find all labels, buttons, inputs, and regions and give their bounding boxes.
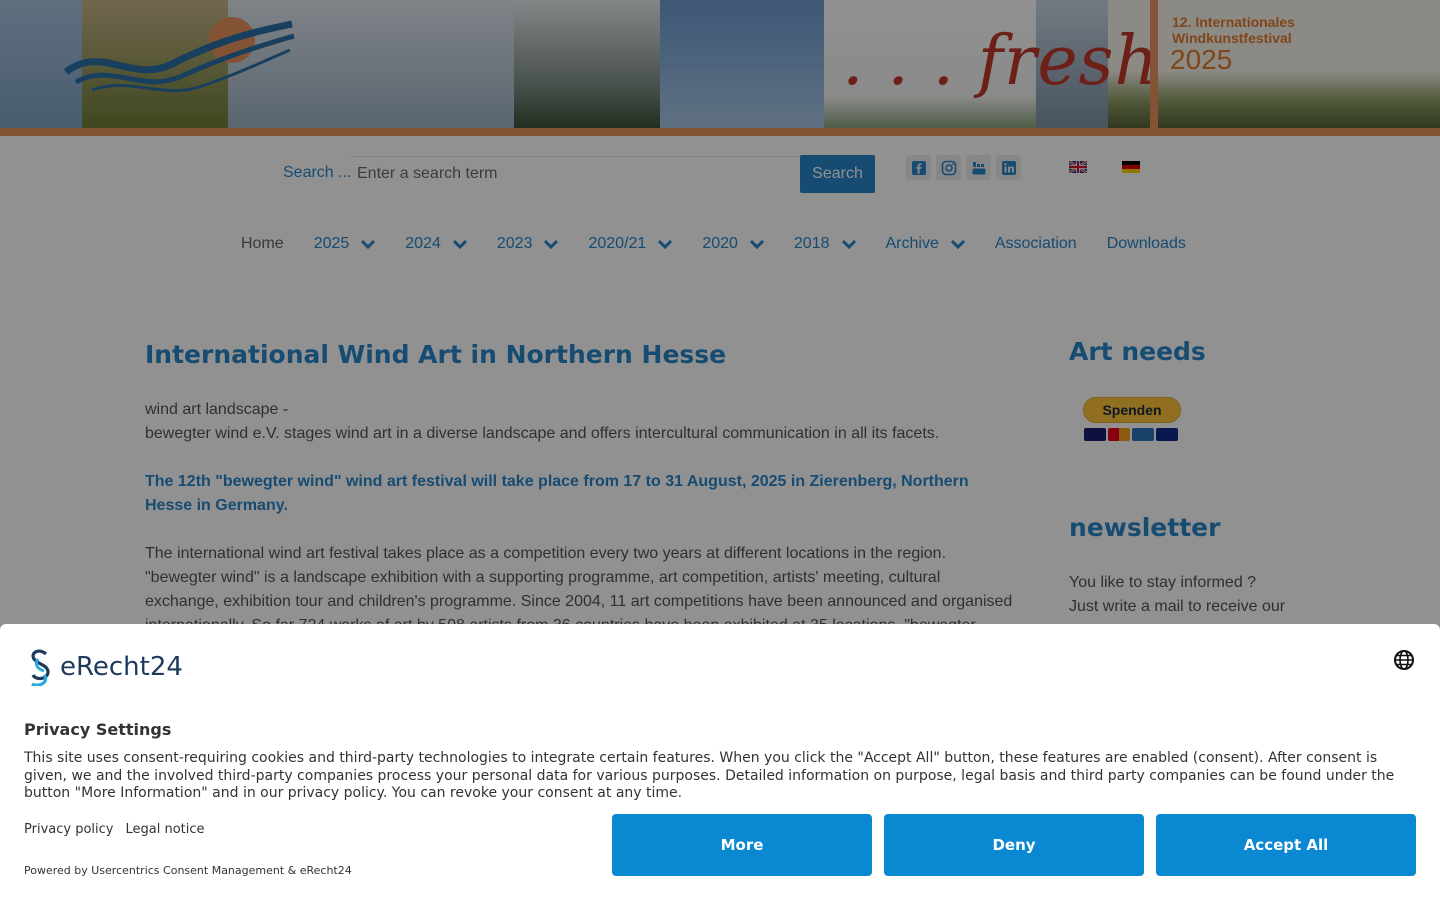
dialog-title: Privacy Settings: [24, 720, 172, 739]
erecht24-logo: eRecht24: [24, 648, 183, 686]
dialog-description: This site uses consent-requiring cookies…: [24, 750, 1395, 802]
dialog-links: Privacy policy Legal notice: [24, 822, 205, 837]
brand-name: eRecht24: [60, 652, 183, 682]
accept-all-button[interactable]: Accept All: [1156, 814, 1416, 876]
powered-by-text: Powered by Usercentrics Consent Manageme…: [24, 864, 352, 877]
legal-notice-link[interactable]: Legal notice: [125, 822, 204, 837]
deny-button[interactable]: Deny: [884, 814, 1144, 876]
privacy-policy-link[interactable]: Privacy policy: [24, 822, 113, 837]
privacy-settings-dialog: eRecht24 Privacy Settings This site uses…: [0, 624, 1440, 900]
more-button[interactable]: More: [612, 814, 872, 876]
paragraph-logo-icon: [31, 649, 50, 686]
language-globe-icon[interactable]: [1393, 649, 1415, 671]
